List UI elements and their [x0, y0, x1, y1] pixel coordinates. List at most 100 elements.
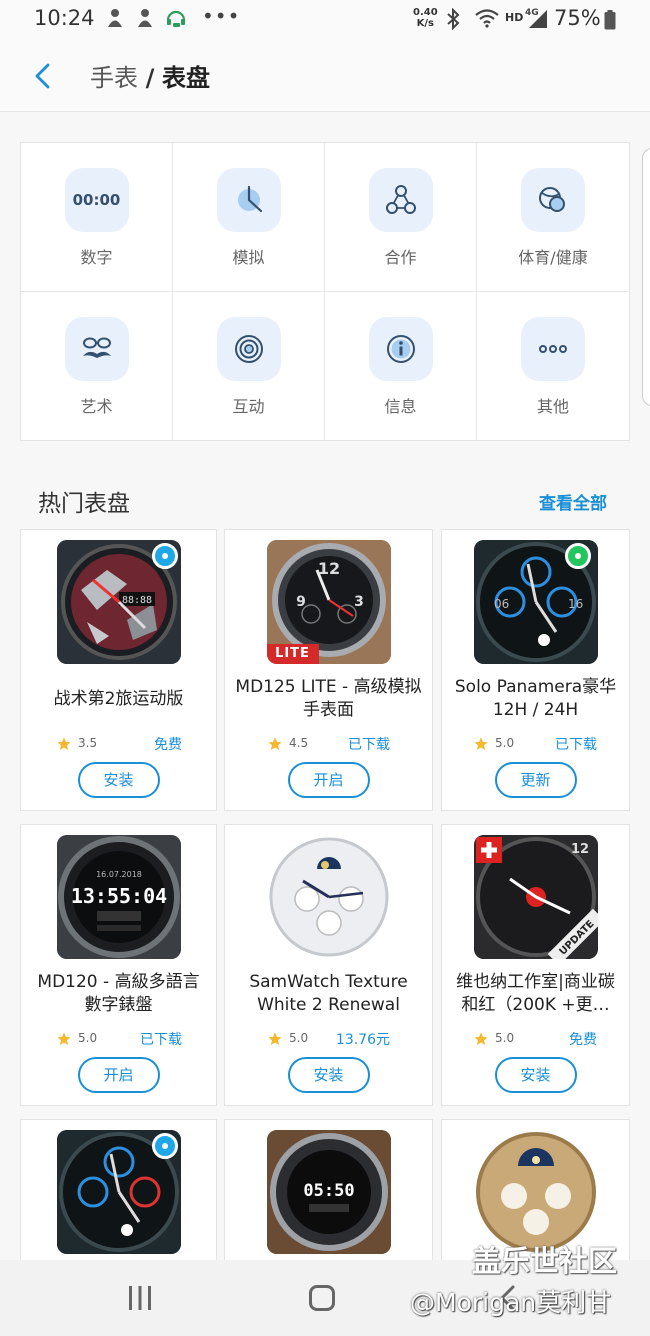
watch-face-name: SamWatch Texture White 2 Renewal [249, 972, 408, 1015]
watch-face-card[interactable] [20, 1119, 217, 1260]
network-speed: 0.40 K/s [413, 7, 438, 29]
breadcrumb-parent[interactable]: 手表 [90, 64, 138, 92]
install-button[interactable]: 安装 [287, 1057, 370, 1093]
update-button[interactable]: 更新 [494, 762, 577, 798]
category-label: 艺术 [80, 396, 113, 416]
rating-value: 3.5 [78, 736, 98, 750]
rating-value: 5.0 [495, 736, 515, 750]
category-label: 其他 [536, 396, 569, 416]
watch-face-name: MD125 LITE - 高级模拟手表面 [235, 677, 422, 720]
svg-text:05:50: 05:50 [303, 1181, 354, 1201]
category-info[interactable]: 信息 [325, 291, 477, 440]
signal-icon: 4G [525, 8, 547, 28]
star-icon [268, 737, 282, 750]
watch-face-thumbnail: 12 UPDATE [473, 835, 598, 959]
rating-value: 5.0 [78, 1031, 98, 1045]
price-label: 已下载 [140, 1032, 182, 1048]
rating-value: 4.5 [289, 736, 309, 750]
category-label: 数字 [80, 248, 113, 267]
breadcrumb-separator: / [145, 64, 155, 92]
open-button[interactable]: 开启 [287, 762, 370, 798]
category-label: 合作 [384, 248, 417, 267]
watch-face-name: Solo Panamera豪华 12H / 24H [454, 677, 617, 720]
price-label: 已下载 [348, 737, 390, 753]
category-interactive[interactable]: 互动 [173, 291, 325, 440]
watch-face-card[interactable]: 16.07.2018 13:55:04 MD120 - 高級多語言數字錶盤 5.0… [20, 824, 217, 1106]
category-analog[interactable]: 模拟 [173, 143, 325, 292]
watch-face-thumbnail: 05:50 [266, 1130, 391, 1254]
battery-percent: 75% [554, 6, 601, 30]
price-label: 免费 [154, 737, 182, 753]
svg-text:12: 12 [570, 842, 588, 857]
sports-health-icon [521, 168, 585, 232]
new-badge-icon [565, 543, 591, 569]
lite-tag: LITE [266, 644, 319, 664]
info-icon [368, 316, 433, 381]
back-arrow-icon[interactable] [30, 62, 58, 90]
notification-person-icon [108, 9, 122, 27]
svg-text:4G: 4G [525, 8, 539, 18]
rating-value: 5.0 [495, 1031, 515, 1045]
watch-face-card[interactable]: SamWatch Texture White 2 Renewal 5.0 13.… [224, 824, 433, 1106]
status-bar: 10:24 ••• 0.40 K/s HD 4G 75% [0, 0, 650, 38]
new-badge-icon [152, 1133, 178, 1159]
art-mustache-icon [64, 316, 129, 381]
watermark-community: 盖乐世社区 [472, 1244, 618, 1278]
install-button[interactable]: 安装 [494, 1057, 577, 1093]
more-notifications-icon: ••• [202, 4, 241, 28]
svg-text:3: 3 [354, 594, 364, 610]
status-time: 10:24 [34, 6, 95, 30]
svg-text:06: 06 [494, 597, 509, 611]
price-label: 已下载 [555, 737, 597, 753]
more-dots-icon [521, 316, 585, 381]
rating-value: 5.0 [289, 1031, 309, 1045]
watermark-author: @Morigan莫利甘 [410, 1288, 612, 1317]
breadcrumb: 手表 / 表盘 [90, 58, 210, 93]
category-label: 互动 [232, 396, 265, 416]
star-icon [474, 737, 488, 750]
category-art[interactable]: 艺术 [21, 291, 173, 440]
category-digital[interactable]: 00:00 数字 [21, 143, 173, 292]
watch-face-card[interactable]: 06 16 Solo Panamera豪华 12H / 24H 5.0 已下载 更… [441, 529, 630, 811]
watch-face-name: 战术第2旅运动版 [53, 689, 184, 709]
watch-face-thumbnail: 16.07.2018 13:55:04 [56, 835, 181, 959]
page-title: 表盘 [162, 64, 211, 92]
scroll-indicator [642, 148, 650, 406]
digital-clock-icon: 00:00 [64, 168, 129, 232]
see-all-link[interactable]: 查看全部 [539, 489, 607, 514]
category-label: 信息 [384, 396, 417, 416]
battery-icon [604, 10, 616, 30]
watch-face-card[interactable]: 12 9 3 LITE MD125 LITE - 高级模拟手表面 4.5 已下载 开… [224, 529, 433, 811]
watch-face-card[interactable]: 88:88 战术第2旅运动版 3.5 免费 安装 [20, 529, 217, 811]
category-label: 模拟 [232, 248, 265, 267]
star-icon [57, 737, 71, 750]
recent-apps-icon[interactable] [127, 1286, 153, 1310]
bluetooth-icon [447, 8, 460, 30]
interactive-rings-icon [216, 316, 281, 381]
install-button[interactable]: 安装 [77, 762, 160, 798]
watch-face-thumbnail: 12 9 3 LITE [266, 540, 391, 664]
watch-face-name: 维也纳工作室|商业碳和红（200K +更… [456, 972, 615, 1015]
category-collaboration[interactable]: 合作 [325, 143, 477, 292]
price-label: 免费 [569, 1032, 597, 1048]
watch-face-card[interactable]: 05:50 [224, 1119, 433, 1260]
star-icon [474, 1032, 488, 1045]
home-icon[interactable] [309, 1285, 335, 1311]
watch-face-thumbnail [473, 1130, 598, 1254]
svg-text:12: 12 [317, 559, 339, 578]
open-button[interactable]: 开启 [77, 1057, 160, 1093]
category-other[interactable]: 其他 [477, 292, 629, 441]
watch-face-card[interactable]: 12 UPDATE 维也纳工作室|商业碳和红（200K +更… 5.0 免费 安装 [441, 824, 630, 1106]
watch-face-thumbnail [266, 835, 391, 959]
notification-headset-icon [166, 10, 186, 27]
wifi-icon [475, 9, 499, 28]
collaboration-icon [368, 168, 433, 232]
category-sports-health[interactable]: 体育/健康 [477, 143, 629, 292]
svg-text:16.07.2018: 16.07.2018 [96, 870, 142, 879]
star-icon [268, 1032, 282, 1045]
watch-face-name: MD120 - 高級多語言數字錶盤 [37, 972, 200, 1015]
star-icon [57, 1032, 71, 1045]
category-grid: 00:00 数字 模拟 合作 体育/健康 艺术 互动 信息 其他 [20, 142, 630, 441]
hd-indicator: HD [505, 11, 524, 24]
price-label: 13.76元 [335, 1032, 390, 1048]
